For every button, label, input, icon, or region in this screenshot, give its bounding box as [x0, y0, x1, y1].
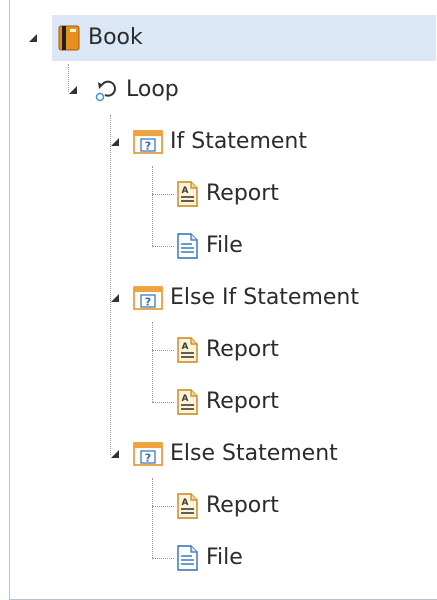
- collapse-toggle-else-if-statement[interactable]: [110, 293, 120, 303]
- report-icon: A: [176, 492, 200, 520]
- tree-node-label: File: [206, 233, 243, 258]
- tree-node-else-if-statement[interactable]: ? Else If Statement: [132, 275, 359, 321]
- tree-node-file[interactable]: File: [176, 223, 243, 269]
- tree-node-report[interactable]: A Report: [176, 171, 279, 217]
- file-icon: [176, 232, 200, 260]
- report-icon: A: [176, 180, 200, 208]
- loop-icon: [94, 76, 120, 104]
- tree-node-label: Else Statement: [170, 441, 338, 466]
- collapse-toggle-loop[interactable]: [68, 85, 78, 95]
- collapse-toggle-if-statement[interactable]: [110, 137, 120, 147]
- tree-node-file[interactable]: File: [176, 535, 243, 581]
- tree-connector: [152, 350, 174, 351]
- tree-node-label: Report: [206, 493, 279, 518]
- question-icon: ?: [132, 440, 164, 468]
- tree-connector: [152, 402, 174, 403]
- tree-node-label: If Statement: [170, 129, 307, 154]
- tree-connector: [152, 506, 174, 507]
- tree-connector: [110, 115, 111, 455]
- tree-node-label: Book: [88, 25, 143, 50]
- tree-node-report[interactable]: A Report: [176, 327, 279, 373]
- file-icon: [176, 544, 200, 572]
- tree-node-label: Loop: [126, 77, 179, 102]
- svg-text:A: A: [182, 498, 189, 508]
- tree-connector: [152, 246, 174, 247]
- report-icon: A: [176, 388, 200, 416]
- tree-connector: [152, 558, 174, 559]
- tree-node-label: Report: [206, 389, 279, 414]
- tree-connector: [152, 194, 174, 195]
- tree-node-label: Report: [206, 181, 279, 206]
- question-icon: ?: [132, 128, 164, 156]
- tree-node-book[interactable]: Book: [52, 15, 436, 61]
- svg-text:A: A: [182, 342, 189, 352]
- svg-text:?: ?: [145, 140, 151, 153]
- tree-node-label: File: [206, 545, 243, 570]
- tree-connector: [152, 478, 153, 558]
- tree-node-report[interactable]: A Report: [176, 379, 279, 425]
- tree-node-label: Report: [206, 337, 279, 362]
- tree-connector: [152, 166, 153, 246]
- tree-node-if-statement[interactable]: ? If Statement: [132, 119, 307, 165]
- svg-text:?: ?: [145, 452, 151, 465]
- tree-connector: [152, 322, 153, 402]
- report-icon: A: [176, 336, 200, 364]
- book-icon: [56, 24, 82, 52]
- svg-text:A: A: [182, 394, 189, 404]
- svg-text:A: A: [182, 186, 189, 196]
- collapse-toggle-else-statement[interactable]: [110, 449, 120, 459]
- svg-text:?: ?: [145, 296, 151, 309]
- tree-node-label: Else If Statement: [170, 285, 359, 310]
- collapse-toggle-book[interactable]: [28, 33, 38, 43]
- tree-node-loop[interactable]: Loop: [94, 67, 179, 113]
- question-icon: ?: [132, 284, 164, 312]
- tree-node-else-statement[interactable]: ? Else Statement: [132, 431, 338, 477]
- tree-node-report[interactable]: A Report: [176, 483, 279, 529]
